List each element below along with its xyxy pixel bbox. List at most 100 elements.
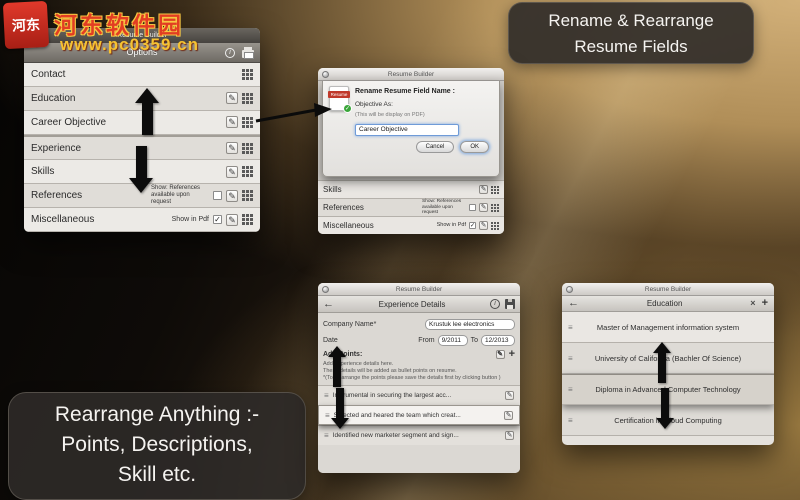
- drag-handle-icon[interactable]: ≡: [568, 416, 573, 425]
- point-text: Instrumental in securing the largest acc…: [332, 392, 452, 400]
- field-row-skills[interactable]: Skills ✎: [318, 180, 504, 198]
- drag-grid-icon[interactable]: [242, 142, 253, 154]
- close-button[interactable]: [566, 286, 573, 293]
- edit-icon[interactable]: ✎: [226, 92, 238, 105]
- references-note: Show: References available upon request: [422, 199, 462, 216]
- field-list-behind: Skills ✎ References Show: References ava…: [318, 180, 504, 234]
- back-icon[interactable]: ←: [568, 298, 579, 309]
- save-icon[interactable]: [505, 299, 515, 309]
- drag-grid-icon[interactable]: [242, 68, 253, 80]
- field-row-contact[interactable]: Contact: [24, 63, 260, 87]
- edit-icon[interactable]: ✎: [226, 165, 238, 178]
- drag-grid-icon[interactable]: [491, 185, 499, 194]
- rename-window-title: Resume Builder: [387, 70, 435, 78]
- references-note: Show: References available upon request: [151, 185, 201, 206]
- from-label: From: [418, 336, 435, 344]
- show-in-pdf-checkbox[interactable]: ✓: [469, 222, 476, 229]
- field-label: Miscellaneous: [31, 214, 95, 226]
- experience-window: Resume Builder ← Experience Details i Co…: [318, 283, 520, 473]
- point-text: Selected and heared the team which creat…: [333, 411, 461, 419]
- watermark-logo: 河东: [2, 0, 50, 50]
- field-row-miscellaneous[interactable]: Miscellaneous Show in Pdf ✓ ✎: [24, 208, 260, 232]
- arrow-to-rename-dialog: [255, 103, 332, 123]
- field-label: Contact: [31, 68, 66, 80]
- edit-icon[interactable]: ✎: [226, 142, 238, 154]
- info-icon[interactable]: i: [490, 299, 500, 309]
- drag-grid-icon[interactable]: [242, 116, 253, 128]
- edit-icon[interactable]: ✎: [226, 189, 238, 202]
- company-name-input[interactable]: [425, 318, 515, 330]
- references-checkbox[interactable]: [213, 191, 222, 201]
- field-label: Career Objective: [31, 116, 107, 128]
- rearrange-down-arrow: [129, 146, 153, 193]
- callout-line: Rearrange Anything :-: [54, 403, 260, 426]
- edit-icon[interactable]: ✎: [479, 203, 488, 212]
- education-subtitle: Education: [646, 299, 683, 308]
- ok-button[interactable]: OK: [460, 141, 489, 153]
- experience-window-titlebar[interactable]: Resume Builder: [318, 283, 520, 296]
- edit-icon[interactable]: ✎: [504, 410, 513, 420]
- close-button[interactable]: [322, 71, 329, 78]
- print-icon[interactable]: [242, 47, 254, 59]
- field-label: References: [31, 190, 83, 202]
- drag-handle-icon[interactable]: ≡: [325, 411, 330, 420]
- field-label: Education: [31, 92, 76, 104]
- drag-grid-icon[interactable]: [491, 221, 499, 230]
- company-name-label: Company Name*: [323, 320, 377, 328]
- show-in-pdf-checkbox[interactable]: ✓: [213, 215, 222, 225]
- callout-line: Rename & Rearrange: [548, 11, 714, 30]
- help-line: These details will be added as bullet po…: [323, 368, 457, 375]
- field-label: Experience: [31, 142, 82, 154]
- drag-grid-icon[interactable]: [491, 203, 499, 212]
- watermark-logo-glyph: 河东: [11, 16, 41, 34]
- add-icon[interactable]: +: [762, 298, 768, 309]
- delete-icon[interactable]: ×: [750, 299, 755, 308]
- edit-icon[interactable]: ✎: [226, 213, 238, 226]
- experience-toolbar: ← Experience Details i: [318, 296, 520, 313]
- field-row-references[interactable]: References Show: References available up…: [318, 198, 504, 216]
- field-label: Skills: [31, 166, 55, 178]
- edit-icon[interactable]: ✎: [479, 221, 488, 230]
- date-from-input[interactable]: [437, 334, 468, 346]
- drag-handle-icon[interactable]: ≡: [324, 391, 329, 400]
- edit-icon[interactable]: ✎: [495, 350, 505, 359]
- field-label: Miscellaneous: [323, 221, 374, 230]
- info-icon[interactable]: i: [225, 47, 235, 58]
- drag-handle-icon[interactable]: ≡: [324, 431, 329, 440]
- field-row-miscellaneous[interactable]: Miscellaneous Show in Pdf ✓ ✎: [318, 216, 504, 234]
- resume-icon-banner: Resume: [328, 91, 350, 98]
- education-toolbar: ← Education × +: [562, 296, 774, 312]
- show-in-pdf-label: Show in Pdf: [436, 222, 466, 229]
- rename-input[interactable]: [355, 123, 459, 136]
- drag-handle-icon[interactable]: ≡: [568, 323, 573, 332]
- objective-as-label: Objective As:: [355, 101, 393, 108]
- callout-rearrange-anything: Rearrange Anything :- Points, Descriptio…: [8, 392, 306, 500]
- edit-icon[interactable]: ✎: [505, 391, 514, 401]
- drag-handle-icon[interactable]: ≡: [568, 385, 573, 394]
- date-to-input[interactable]: [481, 334, 515, 346]
- drag-grid-icon[interactable]: [242, 190, 253, 201]
- add-point-icon[interactable]: +: [509, 349, 515, 360]
- watermark-site-url: www.pc0359.cn: [60, 35, 199, 54]
- rename-window: Resume Builder Skills ✎ References Show:…: [318, 68, 504, 234]
- drag-grid-icon[interactable]: [242, 166, 253, 177]
- edit-icon[interactable]: ✎: [505, 431, 514, 441]
- references-checkbox[interactable]: [469, 204, 476, 211]
- education-window-titlebar[interactable]: Resume Builder: [562, 283, 774, 296]
- education-row[interactable]: ≡ Master of Management information syste…: [562, 312, 774, 343]
- close-button[interactable]: [322, 286, 329, 293]
- drag-grid-icon[interactable]: [242, 214, 253, 225]
- edit-icon[interactable]: ✎: [479, 185, 488, 194]
- edit-icon[interactable]: ✎: [226, 116, 238, 129]
- rearrange-up-arrow: [653, 342, 671, 383]
- drag-grid-icon[interactable]: [242, 92, 253, 104]
- desktop-background: 河东 河东软件园 www.pc0359.cn Rename & Rearrang…: [0, 0, 800, 500]
- check-badge-icon: ✓: [343, 104, 352, 113]
- field-label: Skills: [323, 185, 342, 194]
- rename-window-titlebar[interactable]: Resume Builder: [318, 68, 504, 81]
- cancel-button[interactable]: Cancel: [415, 141, 455, 153]
- callout-line: Skill etc.: [117, 462, 197, 486]
- help-line: Add Experience details here.: [323, 361, 394, 367]
- drag-handle-icon[interactable]: ≡: [568, 354, 573, 363]
- back-icon[interactable]: ←: [323, 298, 334, 310]
